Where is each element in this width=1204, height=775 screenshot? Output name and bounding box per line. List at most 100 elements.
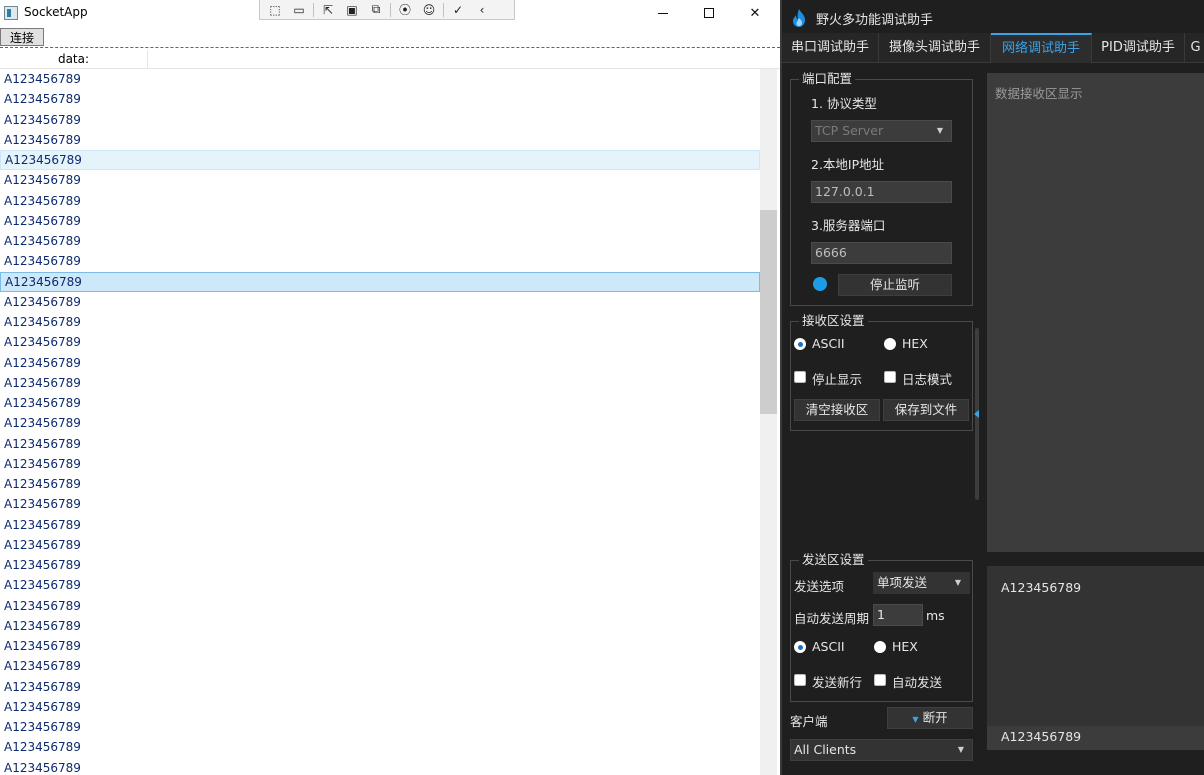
tab-serial[interactable]: 串口调试助手 (782, 33, 879, 63)
list-item[interactable]: A123456789 (0, 677, 760, 697)
list-item[interactable]: A123456789 (0, 474, 760, 494)
list-item[interactable]: A123456789 (0, 69, 760, 89)
splitter-arrow-icon[interactable] (974, 410, 979, 418)
list-item[interactable]: A123456789 (0, 758, 760, 775)
list-item[interactable]: A123456789 (0, 596, 760, 616)
list-item[interactable]: A123456789 (0, 130, 760, 150)
send-area[interactable]: A123456789 (987, 566, 1204, 728)
list-item[interactable]: A123456789 (0, 353, 760, 373)
send-option-select[interactable]: 单项发送 ▼ (873, 572, 970, 594)
list-item[interactable]: A123456789 (0, 373, 760, 393)
disconnect-button[interactable]: ▼ 断开 (887, 707, 973, 729)
list-item[interactable]: A123456789 (0, 434, 760, 454)
list-item[interactable]: A123456789 (0, 150, 760, 171)
list-item[interactable]: A123456789 (0, 535, 760, 555)
receive-placeholder: 数据接收区显示 (995, 86, 1083, 101)
recv-hex-label: HEX (902, 336, 928, 351)
list-item[interactable]: A123456789 (0, 616, 760, 636)
maximize-icon (704, 8, 714, 18)
send-hex-radio[interactable] (874, 641, 886, 653)
maximize-button[interactable] (686, 0, 732, 26)
list-item[interactable]: A123456789 (0, 697, 760, 717)
focus-dashed-divider (0, 47, 780, 48)
list-item[interactable]: A123456789 (0, 515, 760, 535)
list-item[interactable]: A123456789 (0, 110, 760, 130)
data-list[interactable]: A123456789 A123456789 A123456789 A123456789… (0, 69, 760, 775)
binding-icon[interactable]: ⦿ (393, 1, 417, 19)
minimize-button[interactable] (640, 0, 686, 26)
list-item[interactable]: A123456789 (0, 656, 760, 676)
send-ascii-label: ASCII (812, 639, 845, 654)
tab-camera[interactable]: 摄像头调试助手 (879, 33, 991, 63)
list-item[interactable]: A123456789 (0, 393, 760, 413)
list-item[interactable]: A123456789 (0, 737, 760, 757)
scrollbar-thumb[interactable] (760, 210, 777, 414)
recv-ascii-radio[interactable] (794, 338, 806, 350)
check-icon[interactable]: ✓ (446, 1, 470, 19)
chevron-down-icon: ▼ (936, 126, 943, 135)
send-ascii-radio[interactable] (794, 641, 806, 653)
list-item[interactable]: A123456789 (0, 170, 760, 190)
list-item[interactable]: A123456789 (0, 292, 760, 312)
list-item[interactable]: A123456789 (0, 413, 760, 433)
send-newline-checkbox[interactable] (794, 674, 806, 686)
auto-send-checkbox[interactable] (874, 674, 886, 686)
port-config-title: 端口配置 (799, 72, 856, 86)
log-mode-checkbox[interactable] (884, 371, 896, 383)
debug-helper-titlebar[interactable]: 野火多功能调试助手 (782, 0, 1204, 33)
auto-period-field[interactable]: 1 (873, 604, 923, 626)
auto-period-label: 自动发送周期 (794, 611, 870, 626)
chevron-down-icon: ▼ (954, 578, 961, 587)
list-item[interactable]: A123456789 (0, 636, 760, 656)
ip-field[interactable]: 127.0.0.1 (811, 181, 952, 203)
column-header-data[interactable]: data: (0, 50, 148, 69)
send-option-value: 单项发送 (877, 575, 928, 590)
tab-pid[interactable]: PID调试助手 (1092, 33, 1185, 63)
save-to-file-button[interactable]: 保存到文件 (883, 399, 969, 421)
record-icon[interactable]: ▭ (287, 1, 311, 19)
list-item[interactable]: A123456789 (0, 191, 760, 211)
list-item[interactable]: A123456789 (0, 494, 760, 514)
accessibility-icon[interactable]: ☺ (417, 1, 441, 19)
disconnect-label: 断开 (922, 710, 948, 725)
send-input[interactable]: A123456789 (987, 726, 1204, 750)
receive-area[interactable]: 数据接收区显示 (987, 73, 1204, 552)
list-item[interactable]: A123456789 (0, 332, 760, 352)
protocol-select[interactable]: TCP Server ▼ (811, 120, 952, 142)
clients-select[interactable]: All Clients ▼ (790, 739, 973, 761)
vertical-scrollbar[interactable] (760, 69, 777, 775)
tab-network[interactable]: 网络调试助手 (991, 33, 1092, 63)
recv-hex-radio[interactable] (884, 338, 896, 350)
select-element-icon[interactable]: ⬚ (263, 1, 287, 19)
clear-receive-button[interactable]: 清空接收区 (794, 399, 880, 421)
list-item[interactable]: A123456789 (0, 251, 760, 271)
send-input-text: A123456789 (1001, 729, 1082, 744)
list-item[interactable]: A123456789 (0, 717, 760, 737)
close-button[interactable]: ✕ (732, 0, 778, 26)
list-item[interactable]: A123456789 (0, 231, 760, 251)
socketapp-window: SocketApp ⬚ ▭ ⇱ ▣ ⧉ ⦿ ☺ ✓ ‹ ✕ 连接 data: A… (0, 0, 780, 775)
port-field[interactable]: 6666 (811, 242, 952, 264)
tab-more[interactable]: G (1185, 33, 1204, 63)
connect-button[interactable]: 连接 (0, 28, 44, 46)
layout-adorner-icon[interactable]: ⧉ (364, 1, 388, 19)
socketapp-titlebar[interactable]: SocketApp ⬚ ▭ ⇱ ▣ ⧉ ⦿ ☺ ✓ ‹ ✕ (0, 0, 780, 27)
stop-display-checkbox[interactable] (794, 371, 806, 383)
list-item[interactable]: A123456789 (0, 89, 760, 109)
list-item[interactable]: A123456789 (0, 211, 760, 231)
list-item[interactable]: A123456789 (0, 312, 760, 332)
focus-box-icon[interactable]: ▣ (340, 1, 364, 19)
send-settings-group: 发送区设置 发送选项 单项发送 ▼ 自动发送周期 1 ms ASCII HEX … (790, 553, 973, 702)
pointer-select-icon[interactable]: ⇱ (316, 1, 340, 19)
port-label: 3.服务器端口 (811, 218, 886, 233)
listening-status-indicator (813, 277, 827, 291)
list-item[interactable]: A123456789 (0, 271, 760, 292)
list-item[interactable]: A123456789 (0, 575, 760, 595)
auto-send-label: 自动发送 (892, 675, 943, 690)
recv-ascii-label: ASCII (812, 336, 845, 351)
auto-period-unit: ms (926, 608, 945, 623)
list-item[interactable]: A123456789 (0, 555, 760, 575)
collapse-chevron-icon[interactable]: ‹ (470, 1, 494, 19)
stop-listen-button[interactable]: 停止监听 (838, 274, 952, 296)
list-item[interactable]: A123456789 (0, 454, 760, 474)
